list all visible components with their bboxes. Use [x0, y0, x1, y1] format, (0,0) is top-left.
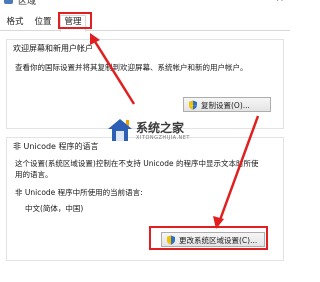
- unicode-description-line1: 这个设置(系统区域设置)控制在不支持 Unicode 的程序中显示文本时所使: [15, 159, 259, 168]
- tab-format[interactable]: 格式: [4, 16, 26, 29]
- region-app-icon: [4, 0, 13, 4]
- unicode-group-title: 非 Unicode 程序的语言: [13, 141, 99, 152]
- tab-strip: 格式 位置 管理: [0, 14, 290, 32]
- watermark-subtext: XITONGZHIJIA.NET: [136, 135, 190, 141]
- welcome-group-description: 查看你的国际设置并将其复制到欢迎屏幕、系统帐户和新的用户帐户。: [15, 63, 248, 72]
- copy-settings-label: 复制设置(O)...: [201, 101, 250, 110]
- unicode-description-line2: 用的语言。: [15, 170, 53, 179]
- current-language-label: 非 Unicode 程序中所使用的当前语言:: [15, 188, 143, 197]
- watermark: 系统之家 XITONGZHIJIA.NET: [106, 115, 196, 147]
- house-logo-icon: [108, 119, 132, 141]
- uac-shield-icon: [189, 100, 197, 110]
- current-language-value: 中文(简体，中国): [25, 204, 84, 213]
- window-title: 区域: [18, 0, 37, 7]
- copy-settings-button[interactable]: 复制设置(O)...: [183, 97, 271, 112]
- close-button[interactable]: ×: [276, 0, 284, 4]
- tab-location[interactable]: 位置: [32, 16, 54, 29]
- title-bar: 区域 ×: [0, 0, 290, 8]
- watermark-text: 系统之家: [136, 121, 185, 135]
- region-dialog: 区域 × 格式 位置 管理 欢迎屏幕和新用户帐户 查看你的国际设置并将其复制到欢…: [0, 0, 290, 282]
- welcome-group-title: 欢迎屏幕和新用户帐户: [13, 43, 93, 54]
- tab-highlight-box: [58, 12, 92, 29]
- button-highlight-box: [149, 226, 268, 250]
